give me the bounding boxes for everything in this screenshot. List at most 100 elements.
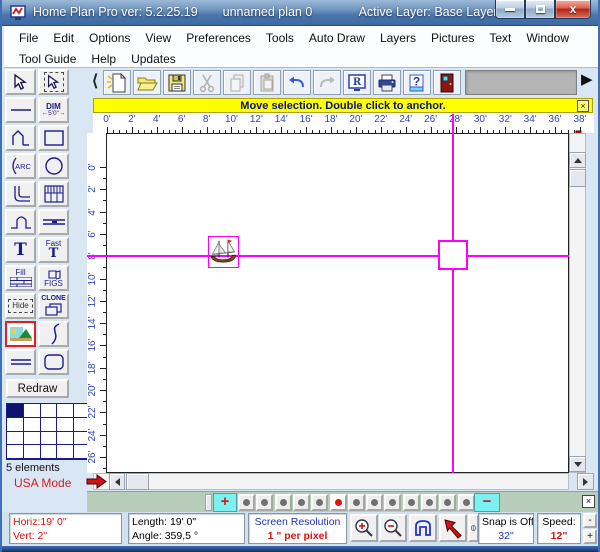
screen-button[interactable]: R [343,70,371,95]
parallel-lines-tool-button[interactable] [5,349,36,375]
menu-item-tools[interactable]: Tools [264,30,296,46]
pattern-grid-cell[interactable] [24,445,41,459]
hide-tool-button[interactable]: Hide [5,293,36,319]
picture-tool-button[interactable] [5,321,36,347]
pattern-grid-cell[interactable] [41,445,58,459]
fill-tool-button[interactable]: Fill [5,265,36,291]
menu-item-pictures[interactable]: Pictures [429,30,476,46]
door-swing-tool-button[interactable] [5,209,36,235]
zoom-level-dot-1[interactable] [238,494,255,511]
zoom-level-dot-6[interactable] [330,494,347,511]
new-file-button[interactable] [103,70,131,95]
toolbar-collapse-left-icon[interactable]: ⟨ [92,71,98,91]
menu-item-updates[interactable]: Updates [129,51,178,67]
line-tool-button[interactable] [5,97,36,123]
scroll-down-button[interactable] [569,456,586,472]
horizontal-scrollbar[interactable] [93,473,569,490]
zoom-level-dot-4[interactable] [293,494,310,511]
menu-item-text[interactable]: Text [487,30,513,46]
fit-window-button[interactable] [409,514,437,542]
corner-wall-tool-button[interactable] [5,181,36,207]
vertical-scroll-thumb[interactable] [569,169,586,187]
zoom-level-dot-10[interactable] [403,494,420,511]
banner-close-icon[interactable]: × [577,100,589,112]
open-file-button[interactable] [133,70,161,95]
rounded-rect-tool-button[interactable] [38,349,69,375]
menu-item-tool-guide[interactable]: Tool Guide [17,51,78,67]
help-button[interactable]: ? [403,70,431,95]
menu-item-layers[interactable]: Layers [378,30,418,46]
menu-item-view[interactable]: View [143,30,173,46]
text-tool-button[interactable]: T [5,237,36,263]
polyline-tool-button[interactable] [5,125,36,151]
menu-item-options[interactable]: Options [87,30,132,46]
speed-increase-button[interactable]: + [583,529,597,544]
pattern-grid-cell[interactable] [24,432,41,446]
pattern-grid-cell[interactable] [57,404,74,418]
exit-button[interactable] [433,70,461,95]
ship-selection-box[interactable] [208,236,239,268]
pointer-mode-button[interactable] [439,514,467,542]
zoom-level-dot-3[interactable] [275,494,292,511]
redraw-button[interactable]: Redraw [6,379,69,398]
select-tool-button[interactable] [5,69,36,95]
close-button[interactable]: x [555,0,591,19]
maximize-button[interactable] [525,0,555,19]
pattern-grid-cell[interactable] [57,418,74,432]
menu-item-help[interactable]: Help [89,51,118,67]
zoom-level-dot-2[interactable] [256,494,273,511]
dimension-tool-button[interactable]: DIM ←5'0"→ [38,97,69,123]
pattern-grid-cell[interactable] [7,432,24,446]
horizontal-scroll-thumb[interactable] [126,473,149,490]
pattern-grid-cell[interactable] [24,404,41,418]
fast-text-tool-button[interactable]: Fast T [38,237,69,263]
print-button[interactable] [373,70,401,95]
window-grid-tool-button[interactable] [38,181,69,207]
scroll-left-button[interactable] [109,473,125,490]
zoom-level-dot-11[interactable] [421,494,438,511]
menu-item-file[interactable]: File [17,30,40,46]
speed-decrease-button[interactable]: - [583,513,597,528]
pattern-grid-cell[interactable] [57,432,74,446]
menu-item-window[interactable]: Window [524,30,571,46]
double-wall-tool-button[interactable] [38,209,69,235]
freehand-curve-tool-button[interactable] [38,321,69,347]
zoom-out-level-button[interactable]: − [474,493,500,512]
pattern-grid-cell[interactable] [41,404,58,418]
rectangle-tool-button[interactable] [38,125,69,151]
zoom-out-button[interactable] [379,514,407,542]
menu-item-auto-draw[interactable]: Auto Draw [307,30,367,46]
zoom-level-dot-9[interactable] [384,494,401,511]
drawing-canvas[interactable] [106,133,569,473]
pattern-grid-cell[interactable] [41,432,58,446]
scroll-right-button[interactable] [577,473,594,490]
circle-tool-button[interactable] [38,153,69,179]
zoom-bar-close-icon[interactable]: × [582,495,595,508]
zoom-level-dot-5[interactable] [311,494,328,511]
toolbar-expand-right-icon[interactable]: ▶ [581,70,593,88]
pattern-grid-cell[interactable] [41,418,58,432]
pattern-grid-cell[interactable] [24,418,41,432]
group-select-tool-button[interactable] [38,69,69,95]
zoom-level-dot-13[interactable] [458,494,475,511]
clone-tool-button[interactable]: CLONE [38,293,69,319]
pattern-grid-cell[interactable] [7,418,24,432]
zoom-in-button[interactable] [350,514,378,542]
arc-tool-button[interactable]: ARC [5,153,36,179]
save-button[interactable] [163,70,191,95]
undo-button[interactable] [283,70,311,95]
zoom-bar-stub-button[interactable] [205,494,212,511]
menu-item-edit[interactable]: Edit [51,30,76,46]
zoom-level-dot-8[interactable] [366,494,383,511]
menu-item-preferences[interactable]: Preferences [184,30,253,46]
pattern-grid-cell[interactable] [7,445,24,459]
zoom-level-dot-7[interactable] [348,494,365,511]
figures-tool-button[interactable]: FIGS [38,265,69,291]
zoom-level-dot-12[interactable] [439,494,456,511]
anchor-box[interactable] [438,240,468,270]
zoom-in-level-button[interactable]: + [213,493,237,512]
scroll-up-button[interactable] [569,152,586,168]
pattern-grid-cell[interactable] [57,445,74,459]
minimize-button[interactable] [495,0,525,19]
pattern-grid-cell[interactable] [7,404,24,418]
